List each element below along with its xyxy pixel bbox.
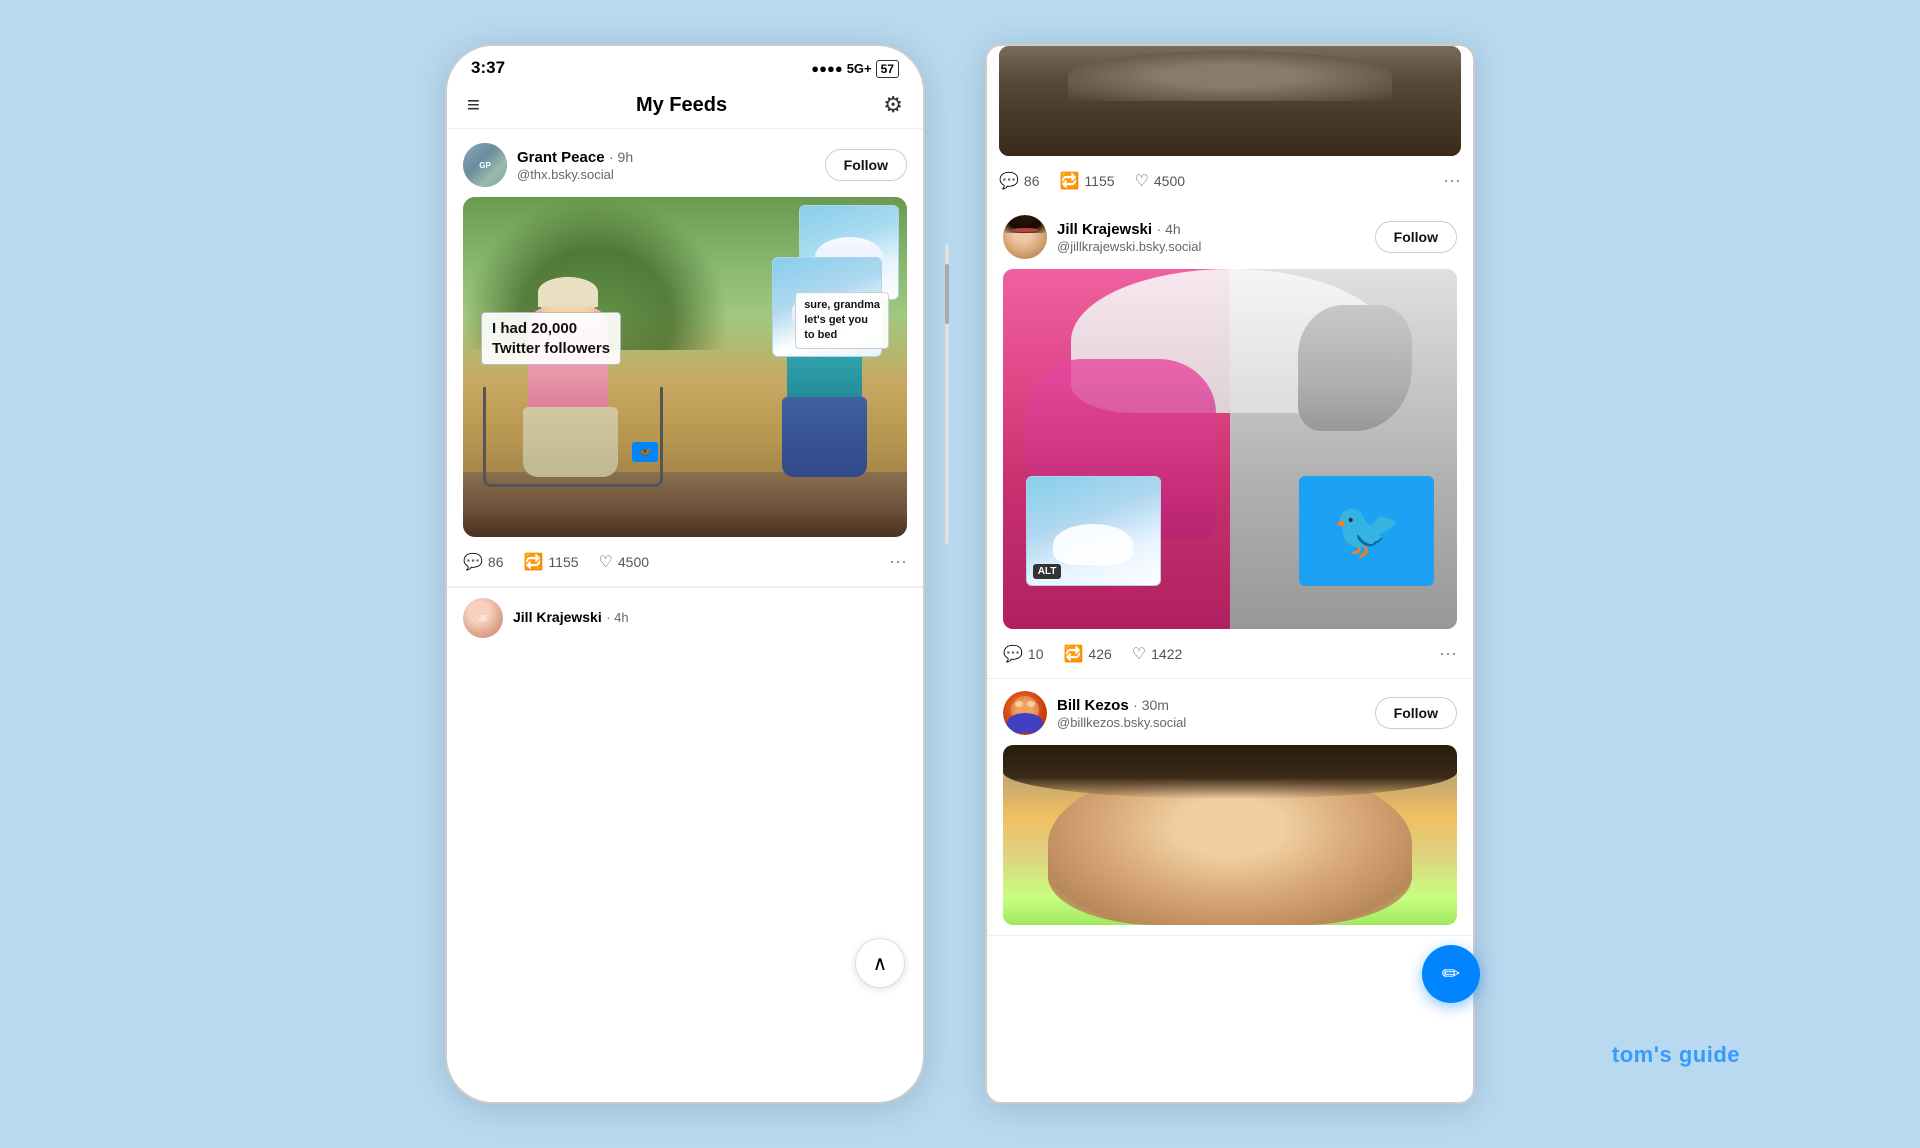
like-count: 1422 (1151, 646, 1182, 662)
like-count: 4500 (1154, 173, 1185, 189)
top-cropped-post: 💬 86 🔁 1155 ♡ 4500 ··· (987, 46, 1473, 203)
avatar: JK (463, 598, 503, 638)
right-feed: 💬 86 🔁 1155 ♡ 4500 ··· (987, 46, 1473, 1102)
toms-guide-watermark: tom's guide (1612, 1042, 1740, 1068)
jill-handle: @jillkrajewski.bsky.social (1057, 239, 1201, 254)
feed-list: GP Grant Peace · 9h @thx.bsky.social Fol… (447, 129, 923, 1102)
more-button[interactable]: ··· (1439, 643, 1457, 664)
scrollbar-thumb[interactable] (945, 264, 949, 324)
like-action[interactable]: ♡ 4500 (1135, 171, 1186, 191)
cropped-image (999, 46, 1461, 156)
clock: 3:37 (471, 58, 505, 78)
bill-post-image (1003, 745, 1457, 925)
more-button[interactable]: ··· (1443, 170, 1461, 191)
avatar: GP (463, 143, 507, 187)
scrollbar-track[interactable] (945, 244, 949, 544)
post-actions: 💬 86 🔁 1155 ♡ 4500 ··· (463, 547, 907, 576)
like-icon: ♡ (1135, 171, 1149, 191)
more-button[interactable]: ··· (889, 551, 907, 572)
retweet-count: 1155 (1084, 173, 1114, 189)
like-action[interactable]: ♡ 4500 (599, 552, 650, 572)
reply-count: 86 (1024, 173, 1040, 189)
retweet-action[interactable]: 🔁 1155 (524, 552, 579, 572)
reply-action[interactable]: 💬 10 (1003, 644, 1044, 664)
retweet-count: 426 (1088, 646, 1111, 662)
alt-tag: ALT (1033, 564, 1062, 579)
jill-post-actions: 💬 10 🔁 426 ♡ 1422 ··· (1003, 639, 1457, 668)
toms-guide-text: tom's guide (1612, 1042, 1740, 1067)
twitter-box: 🐦 (1299, 476, 1434, 586)
reply-count: 10 (1028, 646, 1044, 662)
bill-handle: @billkezos.bsky.social (1057, 715, 1186, 730)
retweet-icon: 🔁 (1064, 644, 1084, 664)
user-info: Grant Peace · 9h @thx.bsky.social (517, 149, 633, 182)
jill-time: · 4h (1157, 221, 1181, 237)
jill-name: Jill Krajewski (1057, 221, 1152, 238)
retweet-icon: 🔁 (1060, 171, 1080, 191)
post-image: sure, grandmalet's get youto bed (463, 197, 907, 537)
reply-icon: 💬 (1003, 644, 1023, 664)
retweet-icon: 🔁 (524, 552, 544, 572)
up-chevron-icon: ∧ (873, 951, 888, 976)
reply-count: 86 (488, 554, 504, 570)
bill-avatar (1003, 691, 1047, 735)
settings-icon[interactable]: ⚙ (883, 92, 903, 118)
alt-image-box: ALT (1026, 476, 1161, 586)
like-action[interactable]: ♡ 1422 (1132, 644, 1183, 664)
jill-avatar (1003, 215, 1047, 259)
network-label: 5G+ (847, 61, 872, 76)
user-name: Jill Krajewski (513, 609, 602, 625)
retweet-count: 1155 (548, 554, 578, 570)
jill-user-info: Jill Krajewski · 4h @jillkrajewski.bsky.… (1057, 221, 1201, 254)
retweet-action[interactable]: 🔁 1155 (1060, 171, 1115, 191)
compose-button[interactable]: ✏ (1422, 945, 1480, 1003)
status-bar: 3:37 ●●●● 5G+ 57 (447, 46, 923, 86)
time-partial: · 4h (606, 610, 628, 625)
bill-post: Bill Kezos · 30m @billkezos.bsky.social … (987, 679, 1473, 936)
jill-follow-button[interactable]: Follow (1375, 221, 1457, 253)
bill-follow-button[interactable]: Follow (1375, 697, 1457, 729)
retweet-action[interactable]: 🔁 426 (1064, 644, 1112, 664)
top-post-actions: 💬 86 🔁 1155 ♡ 4500 ··· (999, 166, 1461, 195)
user-handle: @thx.bsky.social (517, 167, 633, 182)
user-info-partial: Jill Krajewski · 4h (513, 609, 629, 627)
bill-name: Bill Kezos (1057, 697, 1129, 714)
like-icon: ♡ (599, 552, 613, 572)
jill-post: Jill Krajewski · 4h @jillkrajewski.bsky.… (987, 203, 1473, 679)
bill-time: · 30m (1133, 697, 1169, 713)
reply-action[interactable]: 💬 86 (999, 171, 1040, 191)
nav-bar: ≡ My Feeds ⚙ (447, 86, 923, 129)
like-count: 4500 (618, 554, 649, 570)
left-phone: 3:37 ●●●● 5G+ 57 ≡ My Feeds ⚙ (445, 44, 925, 1104)
post-time: · 9h (609, 149, 633, 165)
twitter-bird-icon: 🐦 (1333, 498, 1401, 563)
bill-user-info: Bill Kezos · 30m @billkezos.bsky.social (1057, 697, 1186, 730)
follow-button[interactable]: Follow (825, 149, 907, 181)
partial-post: JK Jill Krajewski · 4h (447, 587, 923, 638)
post-item: GP Grant Peace · 9h @thx.bsky.social Fol… (447, 129, 923, 587)
like-icon: ♡ (1132, 644, 1146, 664)
reply-icon: 💬 (999, 171, 1019, 191)
battery-icon: 57 (876, 61, 899, 76)
jill-post-image: ALT 🐦 (1003, 269, 1457, 629)
user-name: Grant Peace (517, 149, 605, 166)
signal-icon: ●●●● (811, 61, 842, 76)
right-panel: 💬 86 🔁 1155 ♡ 4500 ··· (985, 44, 1475, 1104)
compose-icon: ✏ (1442, 961, 1460, 987)
reply-icon: 💬 (463, 552, 483, 572)
post-header: GP Grant Peace · 9h @thx.bsky.social Fol… (463, 143, 907, 187)
status-icons: ●●●● 5G+ 57 (811, 61, 899, 76)
page-title: My Feeds (636, 94, 727, 117)
menu-icon[interactable]: ≡ (467, 92, 480, 118)
scroll-up-button[interactable]: ∧ (855, 938, 905, 988)
reply-action[interactable]: 💬 86 (463, 552, 504, 572)
bill-post-header: Bill Kezos · 30m @billkezos.bsky.social … (1003, 691, 1457, 735)
jill-post-header: Jill Krajewski · 4h @jillkrajewski.bsky.… (1003, 215, 1457, 259)
